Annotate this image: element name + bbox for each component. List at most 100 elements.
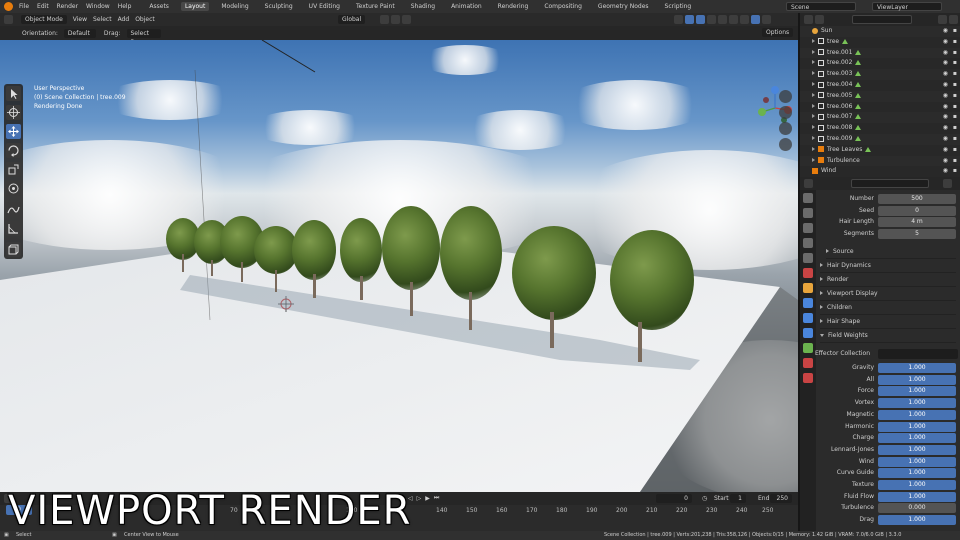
menu-select[interactable]: Select	[93, 16, 112, 23]
seed-field[interactable]: 0	[878, 205, 956, 216]
eye-icon[interactable]: ◉	[943, 134, 948, 145]
snap-icon[interactable]	[391, 15, 400, 24]
render-camera-icon[interactable]: ▪	[953, 80, 957, 91]
eye-icon[interactable]: ◉	[943, 145, 948, 156]
weight-slider[interactable]: 1.000	[878, 444, 956, 455]
tab-shading[interactable]: Shading	[407, 2, 439, 11]
menu-object[interactable]: Object	[135, 16, 155, 23]
shading-solid-icon[interactable]	[729, 15, 738, 24]
eye-icon[interactable]: ◉	[943, 48, 948, 59]
pause-render-icon[interactable]	[762, 15, 771, 24]
end-frame-field[interactable]: 250	[770, 494, 792, 503]
segments-field[interactable]: 5	[878, 229, 956, 240]
section-render[interactable]: Render	[820, 273, 956, 287]
tab-geometry-nodes[interactable]: Geometry Nodes	[594, 2, 653, 11]
tool-cursor[interactable]	[6, 105, 21, 120]
render-camera-icon[interactable]: ▪	[953, 91, 957, 102]
gizmo-icon[interactable]	[685, 15, 694, 24]
tool-move[interactable]	[6, 124, 21, 139]
tab-animation[interactable]: Animation	[447, 2, 486, 11]
tab-data-icon[interactable]	[803, 343, 813, 353]
menu-view[interactable]: View	[73, 16, 87, 23]
weight-slider[interactable]: 1.000	[878, 386, 956, 397]
eye-icon[interactable]: ◉	[943, 69, 948, 80]
eye-icon[interactable]: ◉	[943, 26, 948, 37]
menu-window[interactable]: Window	[86, 3, 110, 10]
pivot-icon[interactable]	[380, 15, 389, 24]
effector-collection-field[interactable]	[878, 349, 958, 359]
weight-slider[interactable]: 1.000	[878, 480, 956, 490]
editor-type-icon[interactable]	[4, 15, 13, 24]
pan-view-icon[interactable]	[779, 106, 792, 119]
section-hair-dynamics[interactable]: Hair Dynamics	[820, 259, 956, 273]
weight-slider[interactable]: 1.000	[878, 421, 956, 432]
xray-icon[interactable]	[707, 15, 716, 24]
number-field[interactable]: 500	[878, 194, 956, 204]
section-source[interactable]: Source	[826, 245, 956, 259]
render-camera-icon[interactable]: ▪	[953, 37, 957, 48]
proportional-edit-icon[interactable]	[402, 15, 411, 24]
tab-uv-editing[interactable]: UV Editing	[305, 2, 344, 11]
outliner-item-tree[interactable]: tree.009 ◉ ▪	[800, 134, 960, 145]
render-camera-icon[interactable]: ▪	[953, 69, 957, 80]
menu-edit[interactable]: Edit	[37, 3, 49, 10]
tab-layout[interactable]: Layout	[180, 2, 210, 11]
eye-icon[interactable]: ◉	[943, 112, 948, 123]
play-icon[interactable]: ▷	[417, 495, 422, 502]
weight-slider[interactable]: 1.000	[878, 363, 956, 373]
menu-help[interactable]: Help	[118, 3, 132, 10]
weight-slider[interactable]: 1.000	[878, 515, 956, 526]
tab-modeling[interactable]: Modeling	[217, 2, 252, 11]
render-camera-icon[interactable]: ▪	[953, 134, 957, 145]
gizmo-y-icon[interactable]	[758, 108, 766, 116]
hair-length-field[interactable]: 4 m	[878, 217, 956, 228]
render-camera-icon[interactable]: ▪	[953, 166, 957, 177]
visibility-icon[interactable]	[674, 15, 683, 24]
outliner-item-tree[interactable]: tree.007 ◉ ▪	[800, 112, 960, 124]
tab-texture-paint[interactable]: Texture Paint	[352, 2, 399, 11]
options-dropdown[interactable]: Options	[762, 28, 794, 37]
gizmo-z-icon[interactable]	[771, 86, 779, 94]
perspective-toggle-icon[interactable]	[779, 138, 792, 151]
expand-arrow-icon[interactable]	[812, 125, 815, 130]
eye-icon[interactable]: ◉	[943, 102, 948, 113]
outliner-search-input[interactable]	[852, 15, 912, 24]
weight-slider[interactable]: 1.000	[878, 456, 956, 467]
weight-slider[interactable]: 1.000	[878, 398, 956, 409]
outliner-item-tree-leaves[interactable]: Tree Leaves ◉ ▪	[800, 145, 960, 156]
weight-slider[interactable]: 1.000	[878, 491, 956, 502]
tab-physics-icon[interactable]	[803, 328, 813, 338]
tab-render-icon[interactable]	[803, 208, 813, 218]
outliner-item-turbulence[interactable]: Turbulence ◉ ▪	[800, 155, 960, 167]
tab-world-icon[interactable]	[803, 268, 813, 278]
expand-arrow-icon[interactable]	[812, 114, 815, 119]
tab-rendering[interactable]: Rendering	[494, 2, 533, 11]
expand-arrow-icon[interactable]	[812, 60, 815, 65]
tool-scale[interactable]	[6, 162, 21, 177]
tool-rotate[interactable]	[6, 143, 21, 158]
expand-arrow-icon[interactable]	[812, 146, 815, 151]
outliner-filter-icon[interactable]	[938, 15, 947, 24]
tab-output-icon[interactable]	[803, 223, 813, 233]
menu-file[interactable]: File	[19, 3, 29, 10]
tool-select[interactable]	[6, 86, 21, 101]
shading-material-icon[interactable]	[740, 15, 749, 24]
tab-object-icon[interactable]	[803, 283, 813, 293]
camera-view-icon[interactable]	[779, 122, 792, 135]
3d-viewport[interactable]: User Perspective (0) Scene Collection | …	[0, 40, 798, 492]
tab-scene-icon[interactable]	[803, 253, 813, 263]
section-children[interactable]: Children	[820, 301, 956, 315]
tab-compositing[interactable]: Compositing	[540, 2, 586, 11]
weight-slider[interactable]: 1.000	[878, 374, 956, 385]
tab-modifiers-icon[interactable]	[803, 298, 813, 308]
tool-measure[interactable]	[6, 221, 21, 236]
overlay-icon[interactable]	[696, 15, 705, 24]
properties-editor-type-icon[interactable]	[804, 179, 813, 188]
tool-transform[interactable]	[6, 181, 21, 196]
new-collection-icon[interactable]	[949, 15, 958, 24]
orientation-dropdown[interactable]: Default	[63, 28, 96, 38]
tab-view-layer-icon[interactable]	[803, 238, 813, 248]
tool-annotate[interactable]	[6, 202, 21, 217]
render-camera-icon[interactable]: ▪	[953, 48, 957, 59]
outliner-item-tree[interactable]: tree.002 ◉ ▪	[800, 58, 960, 69]
